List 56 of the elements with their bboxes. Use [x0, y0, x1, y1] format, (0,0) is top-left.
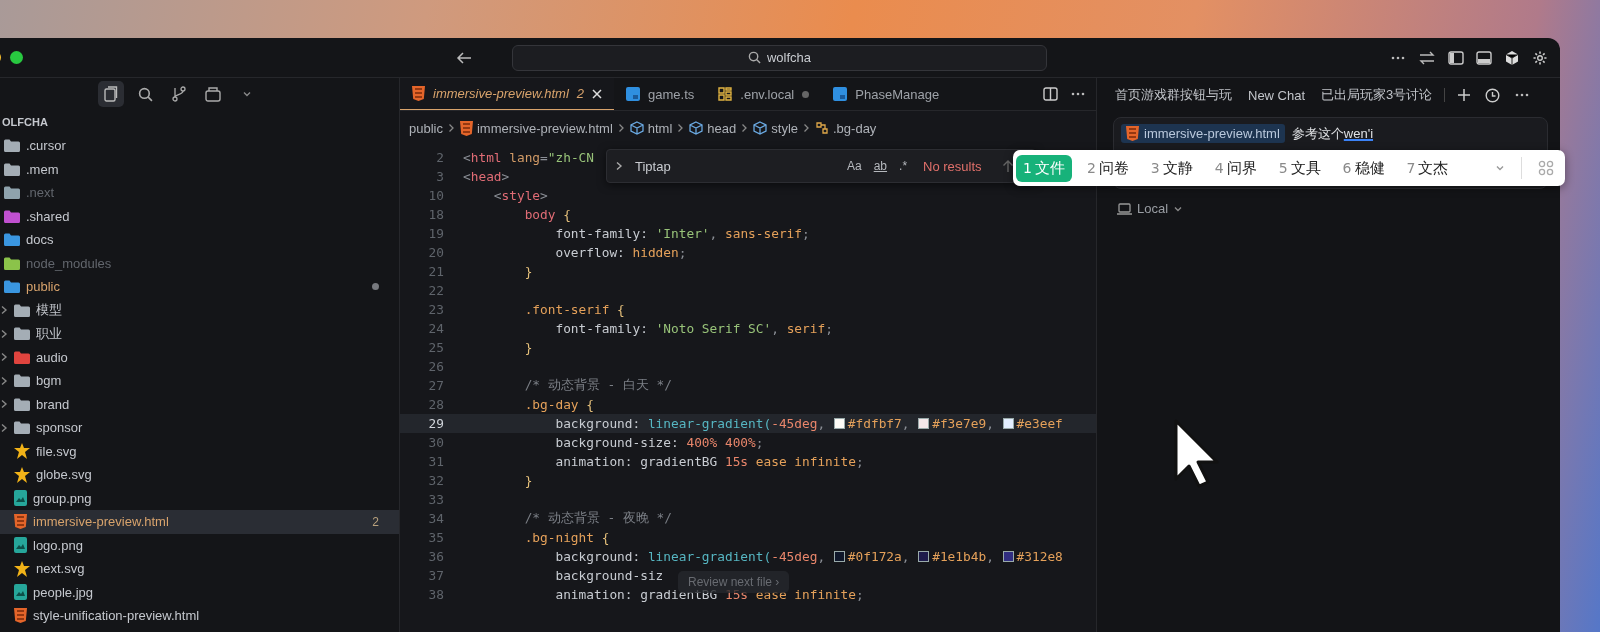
line-number: 21	[427, 264, 444, 279]
line-number: 19	[427, 226, 444, 241]
code-text: background-siz	[554, 568, 664, 583]
project-name: OLFCHA	[2, 115, 48, 130]
line-number: 20	[427, 245, 444, 260]
code-text: /* 动态背景 - 白天 */	[523, 377, 672, 394]
code-text: .bg-day {	[523, 397, 594, 412]
code-text: overflow: hidden;	[554, 245, 687, 260]
code-text: background: linear-gradient(-45deg,	[554, 549, 827, 564]
problem-count: 2	[372, 514, 379, 529]
code-text: font-family: 'Noto Serif SC', serif;	[554, 321, 833, 336]
line-number: 29	[427, 416, 444, 431]
line-number: 36	[427, 549, 444, 564]
line-number: 27	[427, 378, 444, 393]
code-text: #fdfbf7,	[847, 416, 911, 431]
code-text: <style>	[492, 188, 548, 203]
line-number: 34	[427, 511, 444, 526]
code-text: #0f172a,	[847, 549, 911, 564]
code-text: body {	[523, 207, 571, 222]
code-text: #f3e7e9,	[932, 416, 995, 431]
code-text: }	[523, 473, 533, 488]
code-text: #312e8	[1016, 549, 1063, 564]
code-text: font-family: 'Inter', sans-serif;	[554, 226, 810, 241]
line-number: 32	[427, 473, 444, 488]
code-text: <html lang="zh-CN	[463, 150, 595, 165]
line-number: 24	[427, 321, 444, 336]
line-number: 37	[427, 568, 444, 583]
line-number: 10	[427, 188, 444, 203]
line-number: 33	[427, 492, 444, 507]
code-text: /* 动态背景 - 夜晚 */	[523, 510, 672, 527]
search-text: wolfcha	[766, 50, 812, 65]
find-result: No results	[923, 158, 982, 174]
code-text: background: linear-gradient(-45deg,	[554, 416, 827, 431]
code-text: #1e1b4b,	[932, 549, 995, 564]
line-number: 26	[427, 359, 444, 374]
code-text: }	[523, 340, 533, 355]
line-number: 3	[435, 169, 444, 184]
line-number: 31	[427, 454, 444, 469]
problem-count: 2	[576, 86, 585, 101]
line-number: 35	[427, 530, 444, 545]
code-text: }	[523, 264, 533, 279]
line-number: 23	[427, 302, 444, 317]
code-text: #e3eef	[1016, 416, 1063, 431]
line-number: 28	[427, 397, 444, 412]
line-number: 25	[427, 340, 444, 355]
code-text: background-size: 400% 400%;	[554, 435, 764, 450]
line-number: 18	[427, 207, 444, 222]
line-number: 22	[427, 283, 444, 298]
input-text: 参考这个wen'i	[1291, 124, 1374, 143]
line-number: 38	[427, 587, 444, 602]
code-text: .font-serif {	[523, 302, 625, 317]
code-text: .bg-night {	[523, 530, 610, 545]
code-text: animation: gradientBG 15s ease infinite;	[554, 454, 864, 469]
line-number: 30	[427, 435, 444, 450]
code-text: <head>	[463, 169, 510, 184]
line-number: 2	[435, 150, 444, 165]
